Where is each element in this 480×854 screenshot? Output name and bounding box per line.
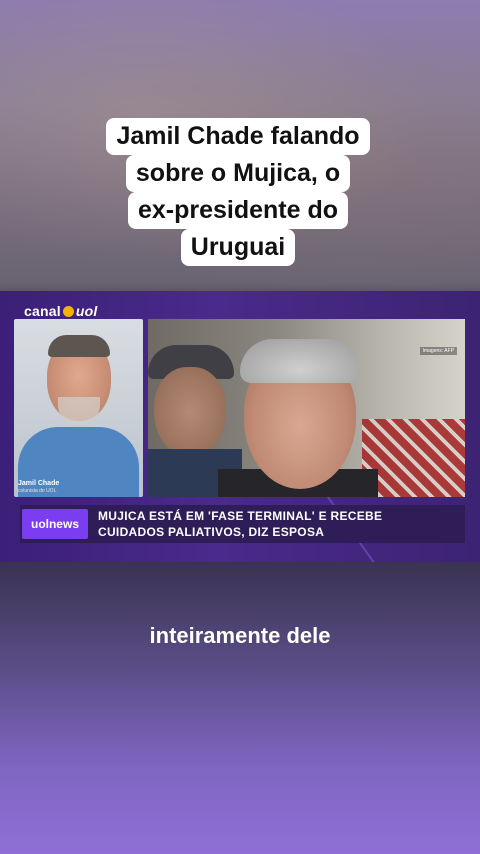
news-lower-third: uolnews MUJICA ESTÁ EM 'FASE TERMINAL' E…	[20, 505, 465, 543]
news-photo: Imagens: AFP	[148, 319, 465, 497]
webcam-panel: Jamil Chade colunista do UOL	[14, 319, 143, 497]
caption-overlay: Jamil Chade falando sobre o Mujica, o ex…	[94, 118, 382, 266]
canal-uol-logo: canal uol	[24, 303, 97, 319]
logo-text: canal	[24, 303, 61, 319]
caption-line-3: ex-presidente do	[127, 192, 349, 229]
headline: MUJICA ESTÁ EM 'FASE TERMINAL' E RECEBE …	[98, 508, 463, 540]
headline-line-1: MUJICA ESTÁ EM 'FASE TERMINAL' E RECEBE	[98, 509, 383, 523]
person-hair	[48, 335, 110, 357]
person-beard	[58, 397, 100, 425]
headline-line-2: CUIDADOS PALIATIVOS, DIZ ESPOSA	[98, 525, 325, 539]
mujica-hair	[240, 339, 360, 383]
caption-line-2: sobre o Mujica, o	[125, 155, 351, 192]
speaker-role: colunista do UOL	[18, 488, 57, 494]
logo-brand: uol	[75, 303, 98, 319]
photo-credit: Imagens: AFP	[419, 347, 457, 355]
speaker-name: Jamil Chade	[18, 480, 60, 487]
subtitle-text: inteiramente dele	[149, 623, 331, 648]
caption-line-4: Uruguai	[180, 229, 296, 266]
caption-line-1: Jamil Chade falando	[106, 118, 370, 155]
uolnews-badge: uolnews	[22, 509, 88, 539]
video-frame[interactable]: canal uol Jamil Chade colunista do UOL Im…	[0, 291, 480, 562]
man-left-face	[154, 367, 226, 457]
uol-dot-icon	[62, 306, 74, 317]
